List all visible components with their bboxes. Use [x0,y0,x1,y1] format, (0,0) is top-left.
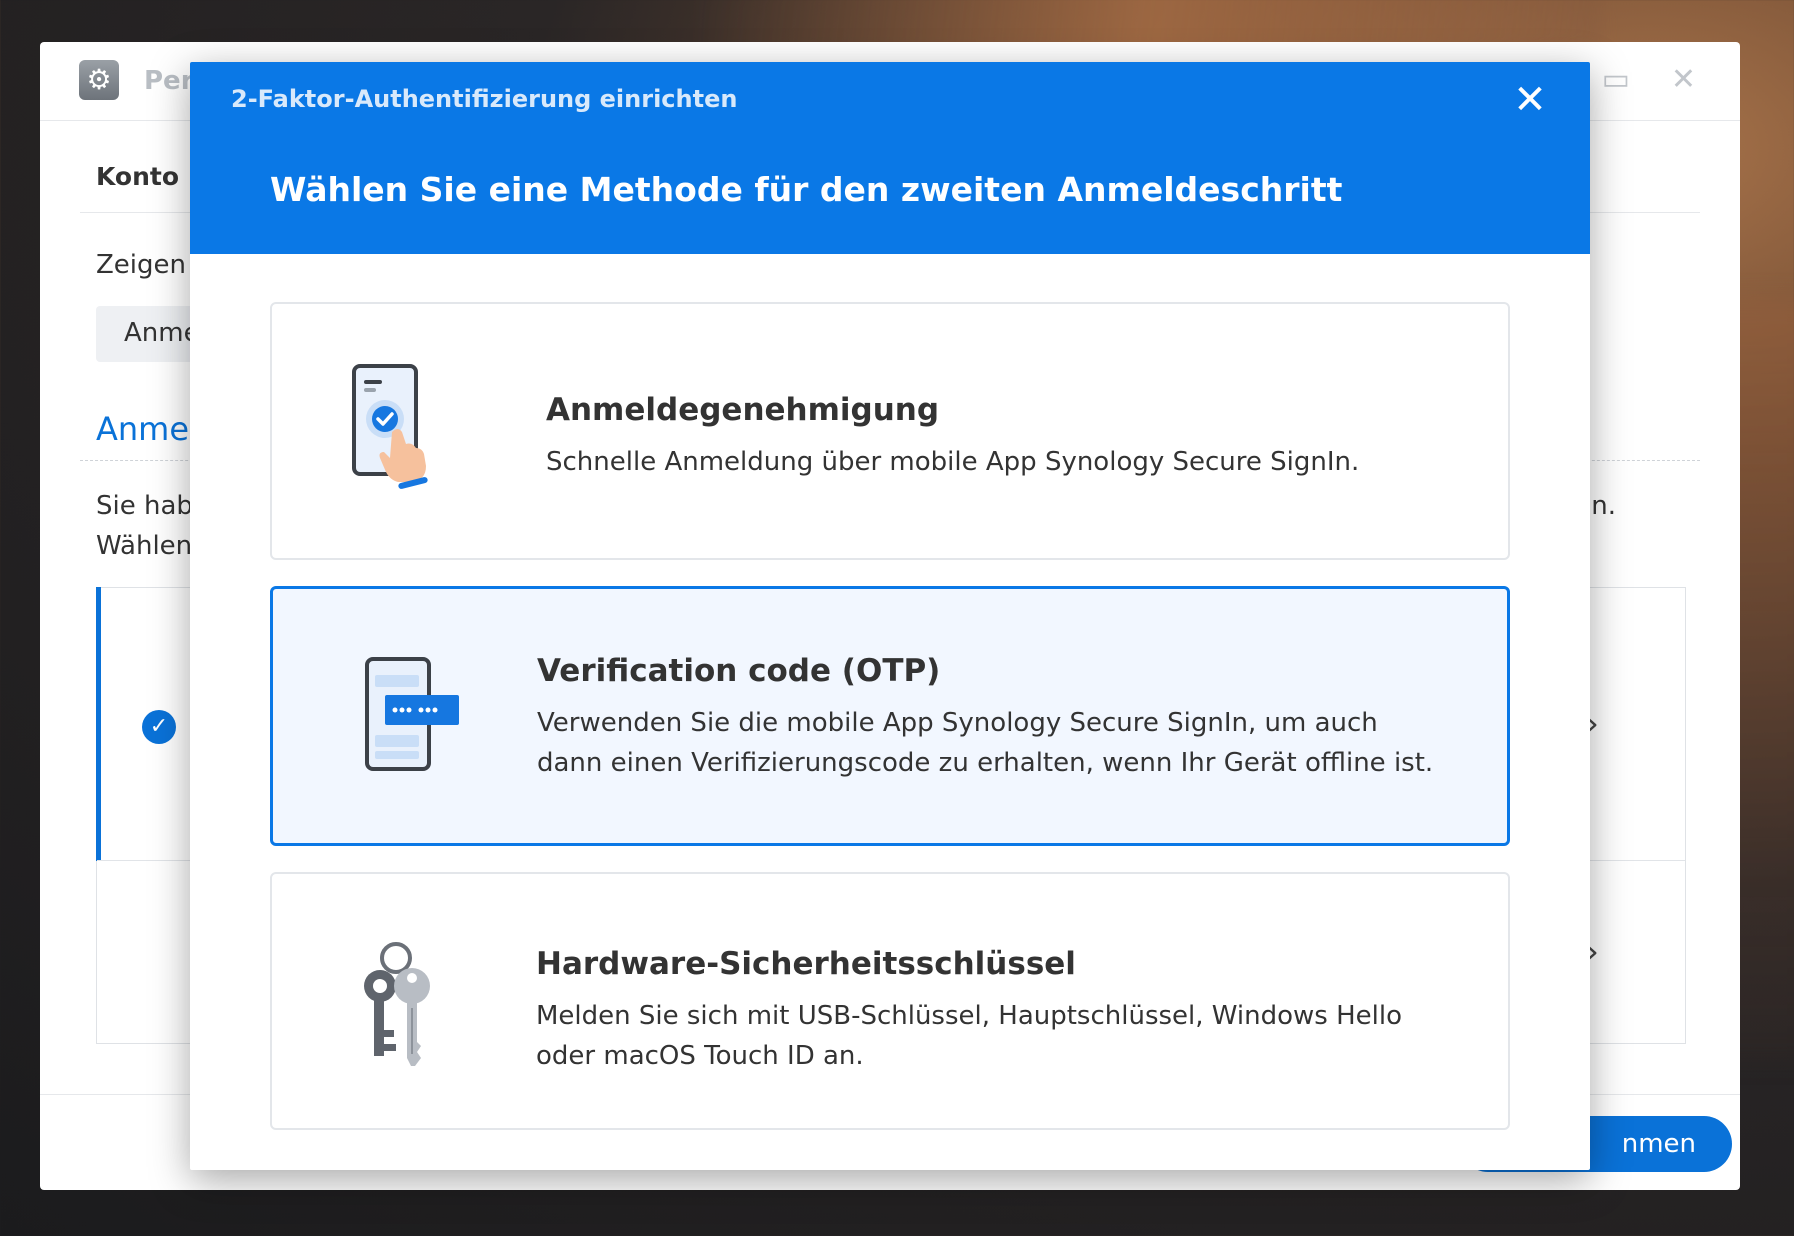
option-description-line: oder macOS Touch ID an. [536,1041,864,1071]
dialog-header: 2-Faktor-Authentifizierung einrichten ✕ … [190,62,1590,254]
section-description-line2: Wählen [96,531,193,561]
option-verification-code-otp[interactable]: Verification code (OTP) Verwenden Sie di… [270,586,1510,846]
maximize-icon[interactable]: ▭ [1602,64,1630,96]
option-title: Hardware-Sicherheitsschlüssel [536,946,1076,982]
option-login-approval[interactable]: Anmeldegenehmigung Schnelle Anmeldung üb… [270,302,1510,560]
phone-approval-icon [352,364,428,489]
dialog-heading: Wählen Sie eine Methode für den zweiten … [270,170,1343,209]
close-icon[interactable]: ✕ [1510,80,1550,120]
option-description: Verwenden Sie die mobile App Synology Se… [537,703,1497,783]
option-description-line: dann einen Verifizierungscode zu erhalte… [537,748,1434,778]
check-circle-icon: ✓ [142,710,176,744]
dialog-title: 2-Faktor-Authentifizierung einrichten [231,85,738,113]
option-description-line: Schnelle Anmeldung über mobile App Synol… [546,447,1360,477]
option-title: Anmeldegenehmigung [546,392,940,428]
keys-icon [364,942,430,1066]
option-hardware-security-key[interactable]: Hardware-Sicherheitsschlüssel Melden Sie… [270,872,1510,1130]
display-label: Zeigen [96,250,187,280]
option-description-line: Melden Sie sich mit USB-Schlüssel, Haupt… [536,1001,1403,1031]
option-description: Schnelle Anmeldung über mobile App Synol… [546,442,1506,482]
window-close-icon[interactable]: ✕ [1671,64,1696,96]
section-description-tail: n. [1591,491,1616,521]
section-description-line1: Sie hab [96,491,193,521]
two-factor-setup-dialog: 2-Faktor-Authentifizierung einrichten ✕ … [190,62,1590,1170]
option-title: Verification code (OTP) [537,653,941,689]
login-chip-label: Anme [124,318,200,348]
option-description-line: Verwenden Sie die mobile App Synology Se… [537,708,1378,738]
option-description: Melden Sie sich mit USB-Schlüssel, Haupt… [536,996,1496,1076]
phone-otp-icon [365,657,459,771]
window-title: Per [144,66,194,96]
login-section-heading: Anmel [96,410,198,448]
tab-konto[interactable]: Konto [96,162,179,191]
active-item-accent [96,587,101,861]
settings-gear-icon: ⚙ [79,60,119,100]
